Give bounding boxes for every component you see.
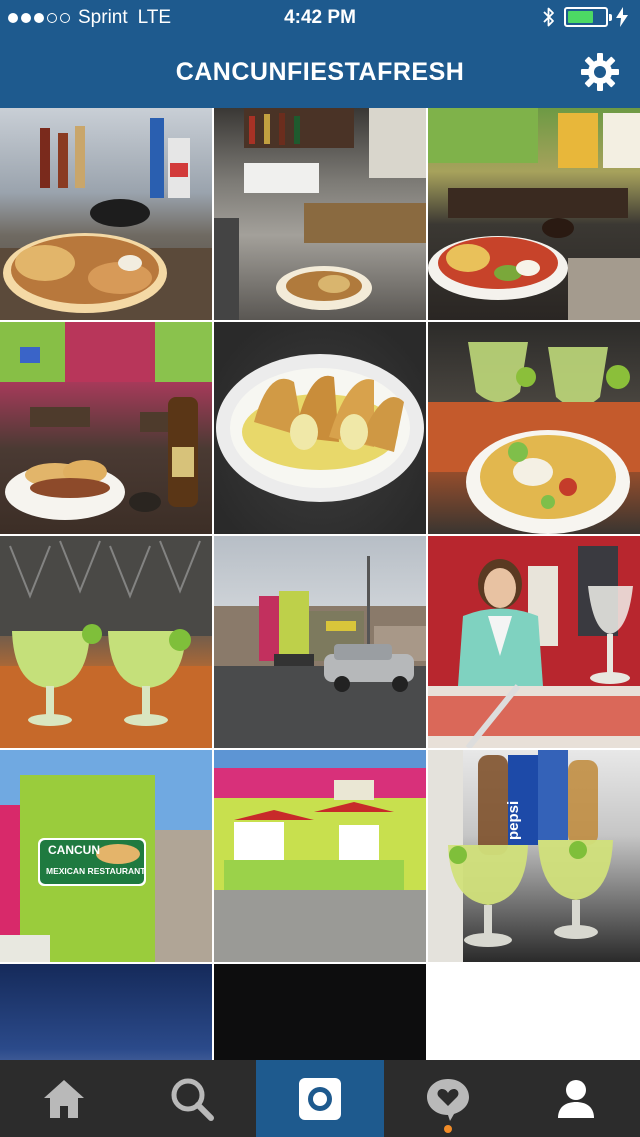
photo-image [214, 556, 426, 748]
charging-icon [616, 7, 628, 27]
search-icon [171, 1078, 214, 1121]
photo-image [216, 354, 424, 502]
pepsi-label: pepsi [505, 801, 522, 840]
tab-home[interactable] [0, 1060, 128, 1137]
photo-tile[interactable] [214, 108, 426, 320]
photo-tile[interactable] [428, 108, 640, 320]
home-icon [44, 1079, 84, 1118]
profile-header: CANCUNFIESTAFRESH [0, 36, 640, 108]
status-right [542, 6, 628, 28]
photo-image [428, 108, 640, 320]
photo-tile[interactable]: CANCUN MEXICAN RESTAURANT [0, 750, 212, 962]
gear-icon[interactable] [580, 52, 620, 92]
camera-icon [299, 1077, 341, 1120]
bottom-tab-bar [0, 1060, 640, 1137]
status-bar: Sprint LTE 4:42 PM [0, 0, 640, 36]
photo-image [214, 750, 426, 962]
photo-image [0, 322, 212, 520]
photo-tile[interactable] [214, 322, 426, 534]
photo-tile[interactable] [214, 750, 426, 962]
photo-image: CANCUN MEXICAN RESTAURANT [0, 750, 212, 962]
photo-grid: CANCUN MEXICAN RESTAURANT pepsi [0, 108, 640, 1060]
sign-text-restaurant: MEXICAN RESTAURANT [46, 866, 146, 876]
photo-image [0, 118, 212, 320]
tab-activity[interactable] [384, 1060, 512, 1137]
photo-image [0, 964, 212, 1060]
photo-image [428, 536, 640, 748]
sign-text-cancun: CANCUN [48, 843, 100, 857]
photo-image: pepsi [428, 750, 613, 962]
photo-tile[interactable] [0, 108, 212, 320]
battery-icon [564, 7, 612, 27]
heart-bubble-icon [427, 1078, 469, 1121]
bluetooth-icon [543, 7, 554, 27]
photo-image [428, 342, 640, 534]
profile-icon [558, 1079, 594, 1118]
photo-image [214, 108, 426, 320]
photo-tile[interactable] [0, 536, 212, 748]
photo-tile[interactable] [428, 536, 640, 748]
photo-tile-empty [428, 964, 640, 1060]
tab-search[interactable] [128, 1060, 256, 1137]
photo-image [214, 964, 426, 1060]
photo-tile[interactable] [214, 964, 426, 1060]
photo-image [0, 536, 212, 748]
photo-tile[interactable] [428, 322, 640, 534]
photo-tile[interactable]: pepsi [428, 750, 640, 962]
photo-tile[interactable] [0, 964, 212, 1060]
photo-tile[interactable] [214, 536, 426, 748]
tab-camera[interactable] [256, 1060, 384, 1137]
photo-tile[interactable] [0, 322, 212, 534]
tab-profile[interactable] [512, 1060, 640, 1137]
profile-username-title: CANCUNFIESTAFRESH [175, 58, 465, 86]
notification-dot [444, 1125, 452, 1133]
